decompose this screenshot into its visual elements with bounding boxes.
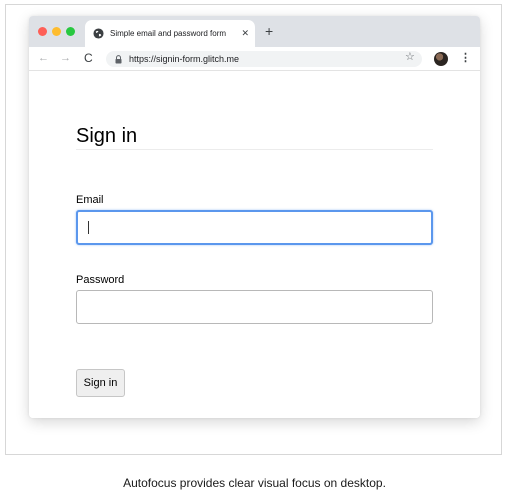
globe-icon xyxy=(93,28,104,39)
browser-toolbar: ← → C https://signin-form.glitch.me ☆ ⋮ xyxy=(29,47,480,71)
maximize-window-button[interactable] xyxy=(66,27,75,36)
figure-caption: Autofocus provides clear visual focus on… xyxy=(123,476,386,490)
heading-divider xyxy=(76,149,433,150)
profile-avatar[interactable] xyxy=(434,52,448,66)
lock-icon xyxy=(115,54,122,64)
new-tab-icon[interactable]: + xyxy=(265,24,273,38)
password-label: Password xyxy=(76,274,125,286)
sign-in-button[interactable]: Sign in xyxy=(76,369,125,397)
reload-icon[interactable]: C xyxy=(84,52,93,64)
menu-icon[interactable]: ⋮ xyxy=(460,52,471,64)
back-arrow-icon[interactable]: ← xyxy=(38,52,49,64)
url-text: https://signin-form.glitch.me xyxy=(129,54,240,64)
tab-strip: Simple email and password form ✕ + xyxy=(29,16,480,47)
tab-title: Simple email and password form xyxy=(110,29,227,38)
address-bar[interactable]: https://signin-form.glitch.me xyxy=(106,51,422,67)
close-tab-icon[interactable]: ✕ xyxy=(241,29,249,38)
bookmark-star-icon[interactable]: ☆ xyxy=(405,51,415,63)
browser-tab[interactable]: Simple email and password form ✕ xyxy=(85,20,255,47)
text-cursor xyxy=(88,221,89,234)
close-window-button[interactable] xyxy=(38,27,47,36)
password-field[interactable] xyxy=(76,290,433,324)
email-field[interactable] xyxy=(76,210,433,245)
page-title: Sign in xyxy=(76,125,138,147)
email-label: Email xyxy=(76,194,104,206)
minimize-window-button[interactable] xyxy=(52,27,61,36)
page-content: Sign in Email Password Sign in xyxy=(29,71,480,418)
forward-arrow-icon[interactable]: → xyxy=(60,52,71,64)
browser-window: Simple email and password form ✕ + ← → C… xyxy=(29,16,480,418)
